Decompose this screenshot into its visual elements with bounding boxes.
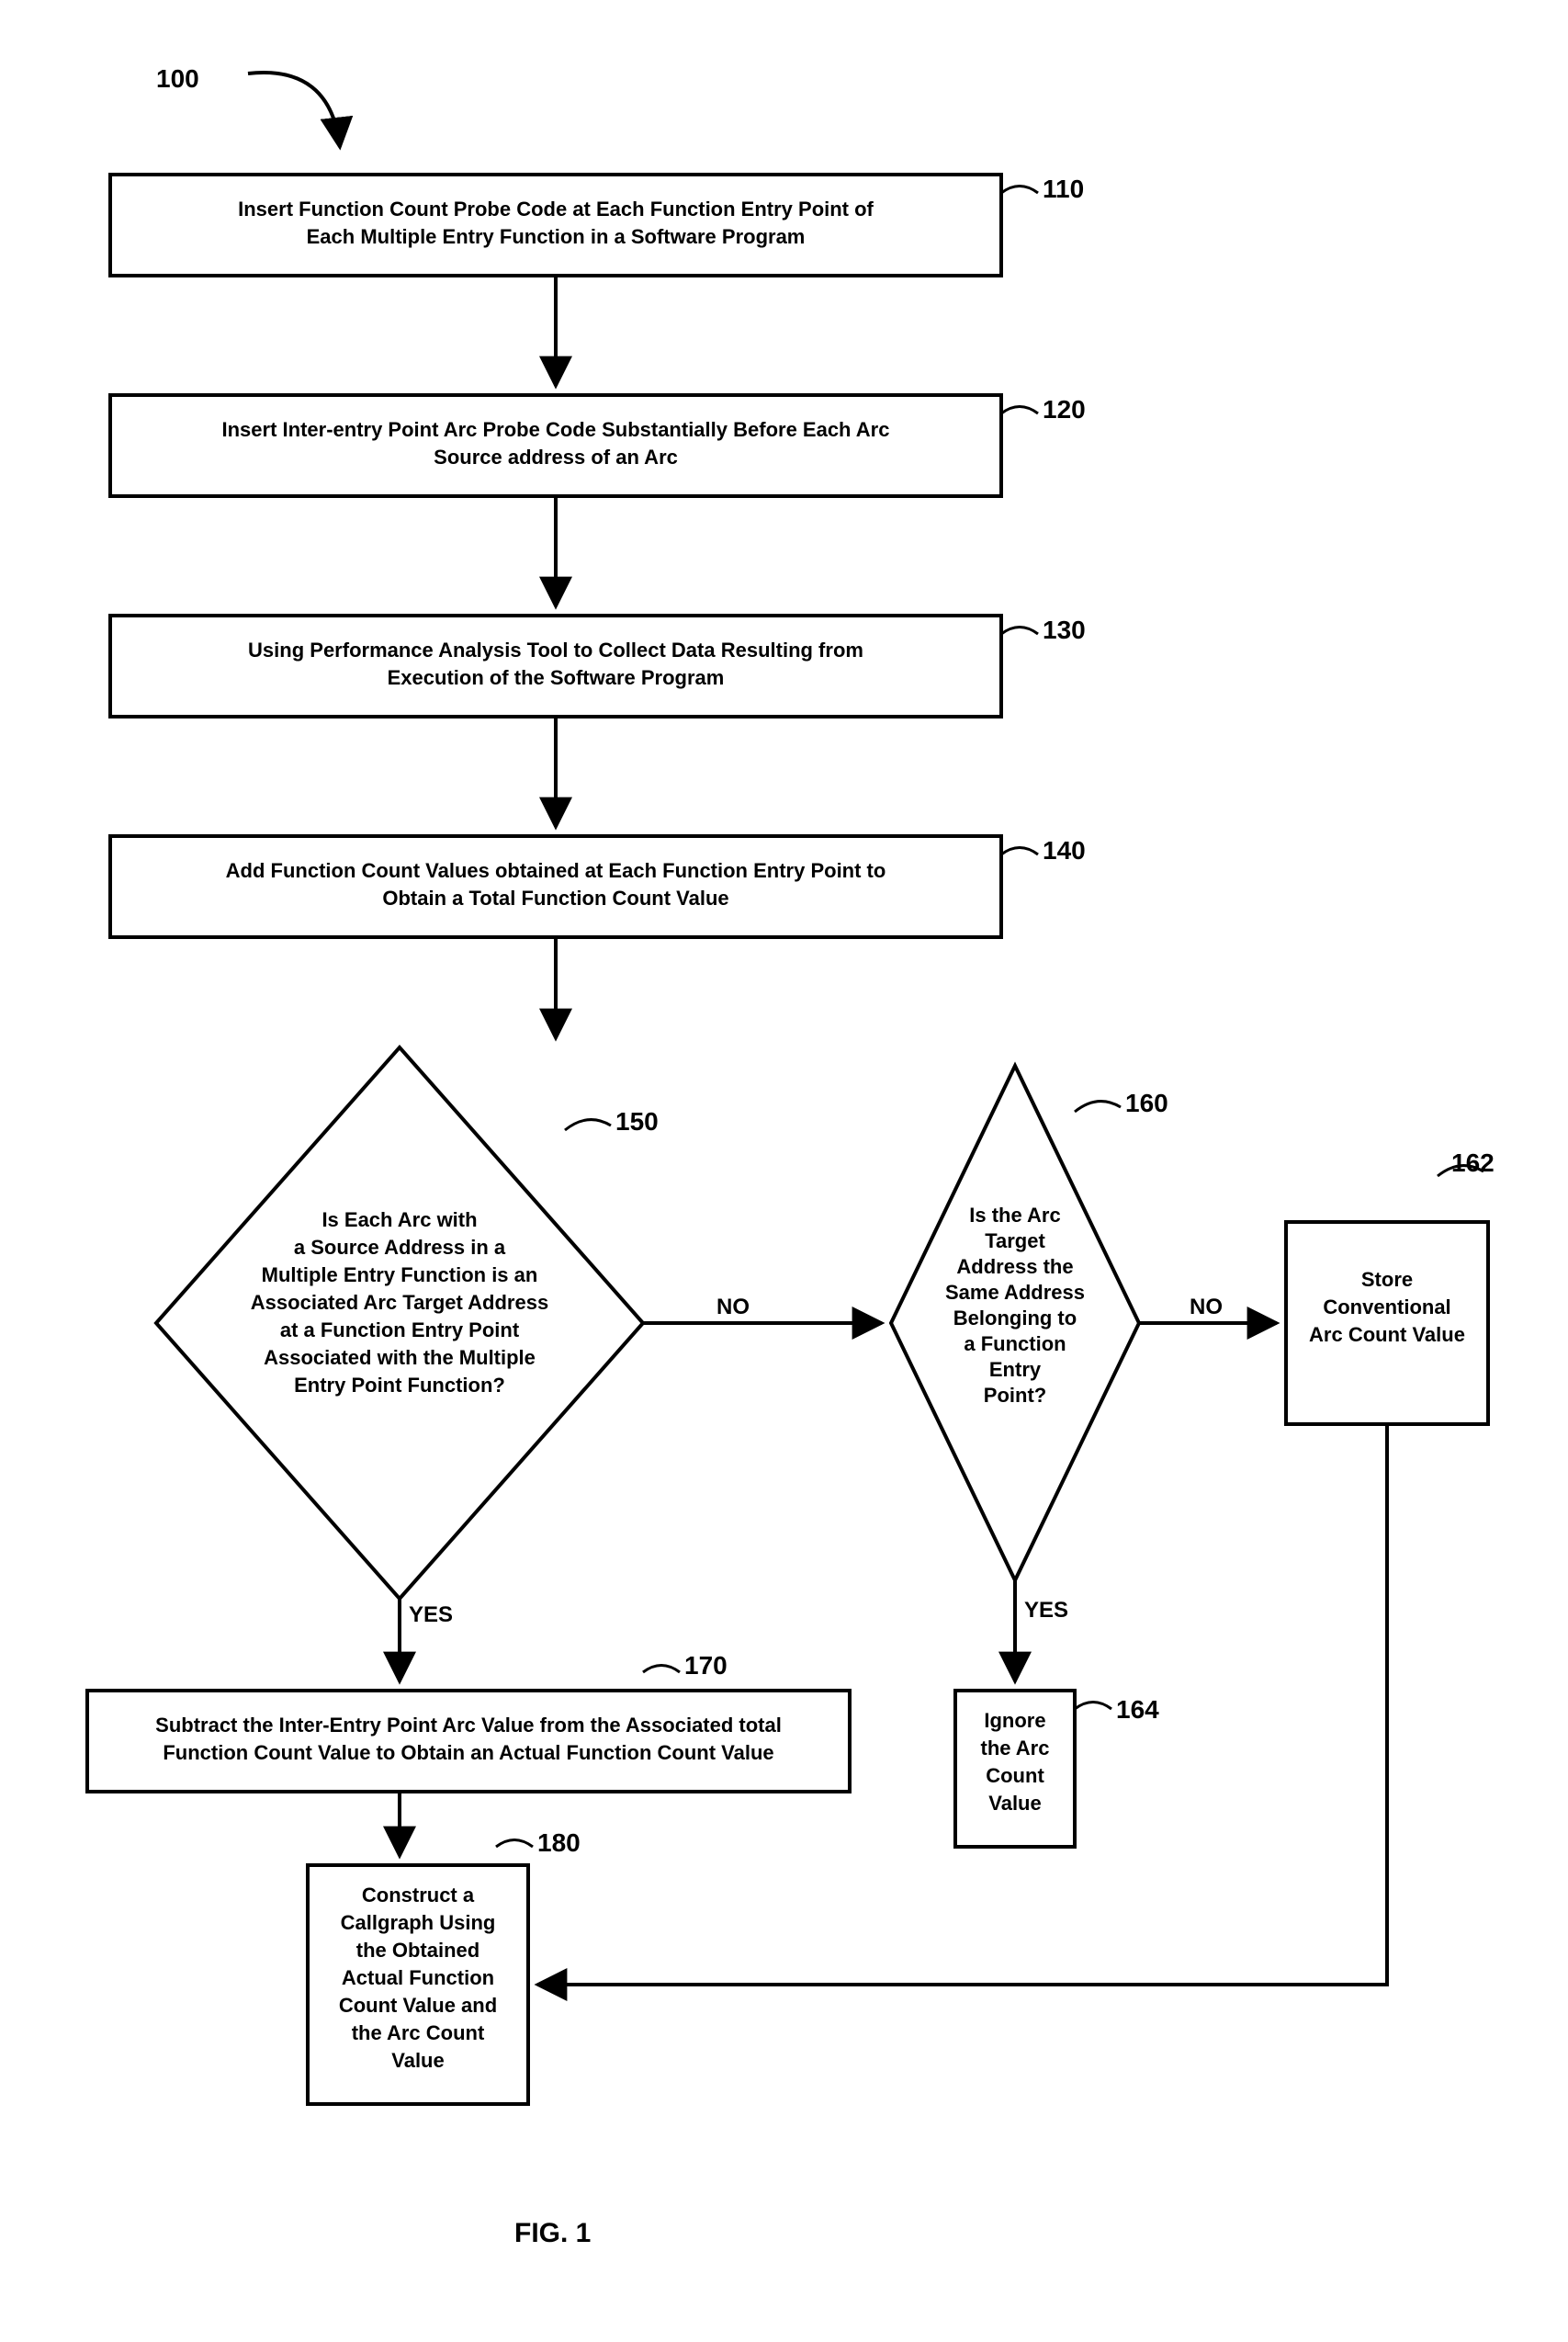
svg-text:Arc Count Value: Arc Count Value [1309,1323,1465,1346]
svg-text:Same Address: Same Address [945,1281,1085,1304]
svg-text:a Function: a Function [964,1332,1066,1355]
figure-label: FIG. 1 [514,2218,591,2248]
svg-text:Source address of an Arc: Source address of an Arc [434,446,678,469]
svg-text:Actual Function: Actual Function [342,1966,494,1989]
node-130: Using Performance Analysis Tool to Colle… [110,616,1086,717]
svg-text:the Arc: the Arc [981,1737,1050,1759]
svg-text:Function Count Value to Obtain: Function Count Value to Obtain an Actual… [163,1741,773,1764]
edge-label-no-1: NO [716,1295,750,1319]
svg-text:130: 130 [1043,616,1086,644]
edge-label-yes-1: YES [409,1602,453,1627]
node-170: Subtract the Inter-Entry Point Arc Value… [87,1651,850,1792]
svg-text:Is Each Arc with: Is Each Arc with [321,1208,477,1231]
svg-text:164: 164 [1116,1695,1159,1724]
flow-number-label: 100 [156,64,199,93]
svg-text:Each Multiple Entry Function i: Each Multiple Entry Function in a Softwa… [307,225,806,248]
svg-text:Value: Value [391,2049,444,2072]
svg-text:Is the Arc: Is the Arc [969,1204,1060,1227]
svg-text:Belonging to: Belonging to [953,1307,1077,1329]
svg-text:Subtract the Inter-Entry Point: Subtract the Inter-Entry Point Arc Value… [155,1714,782,1737]
edge-label-no-2: NO [1190,1295,1223,1319]
svg-text:at a Function Entry Point: at a Function Entry Point [280,1318,520,1341]
svg-text:Conventional: Conventional [1323,1295,1450,1318]
svg-text:Using Performance Analysis Too: Using Performance Analysis Tool to Colle… [248,639,863,662]
node-150: Is Each Arc with a Source Address in a M… [156,1047,659,1599]
svg-text:120: 120 [1043,395,1086,424]
svg-text:Associated with the Multiple: Associated with the Multiple [264,1346,536,1369]
svg-text:Address the: Address the [956,1255,1073,1278]
svg-text:Entry Point Function?: Entry Point Function? [294,1374,505,1397]
svg-text:Callgraph Using: Callgraph Using [341,1911,496,1934]
svg-text:Insert Inter-entry Point Arc P: Insert Inter-entry Point Arc Probe Code … [222,418,890,441]
start-arrow [248,73,340,147]
svg-text:180: 180 [537,1828,581,1857]
node-110: Insert Function Count Probe Code at Each… [110,175,1084,276]
flowchart-diagram: 100 Insert Function Count Probe Code at … [0,0,1568,2342]
node-120: Insert Inter-entry Point Arc Probe Code … [110,395,1086,496]
svg-text:the Obtained: the Obtained [356,1939,479,1962]
edge-label-yes-2: YES [1024,1598,1068,1623]
svg-text:160: 160 [1125,1089,1168,1117]
svg-text:Multiple Entry Function is an: Multiple Entry Function is an [262,1263,538,1286]
svg-text:140: 140 [1043,836,1086,865]
svg-text:Add Function Count Values obta: Add Function Count Values obtained at Ea… [226,859,886,882]
svg-text:Entry: Entry [989,1358,1042,1381]
node-164: Ignore the Arc Count Value 164 [955,1691,1159,1847]
node-140: Add Function Count Values obtained at Ea… [110,836,1086,937]
svg-text:Count: Count [986,1764,1044,1787]
svg-text:the Arc Count: the Arc Count [352,2021,485,2044]
svg-text:150: 150 [615,1107,659,1136]
svg-text:162: 162 [1451,1148,1495,1177]
svg-text:Associated Arc Target Address: Associated Arc Target Address [251,1291,548,1314]
svg-text:Target: Target [985,1229,1045,1252]
svg-text:110: 110 [1043,175,1084,203]
svg-text:170: 170 [684,1651,728,1680]
svg-text:Store: Store [1361,1268,1413,1291]
svg-text:Insert Function Count Probe Co: Insert Function Count Probe Code at Each… [238,198,874,221]
svg-text:Point?: Point? [984,1384,1046,1407]
svg-text:Obtain a Total Function Count: Obtain a Total Function Count Value [382,887,728,910]
svg-text:Construct a: Construct a [362,1884,475,1906]
svg-text:Execution of the Software Prog: Execution of the Software Program [388,666,725,689]
svg-text:Value: Value [988,1792,1041,1815]
svg-text:a Source Address in a: a Source Address in a [294,1236,506,1259]
node-180: Construct a Callgraph Using the Obtained… [308,1828,581,2104]
node-162: Store Conventional Arc Count Value 162 [1286,1148,1495,1424]
svg-text:Ignore: Ignore [984,1709,1045,1732]
svg-text:Count Value and: Count Value and [339,1994,497,2017]
node-160: Is the Arc Target Address the Same Addre… [891,1066,1168,1580]
